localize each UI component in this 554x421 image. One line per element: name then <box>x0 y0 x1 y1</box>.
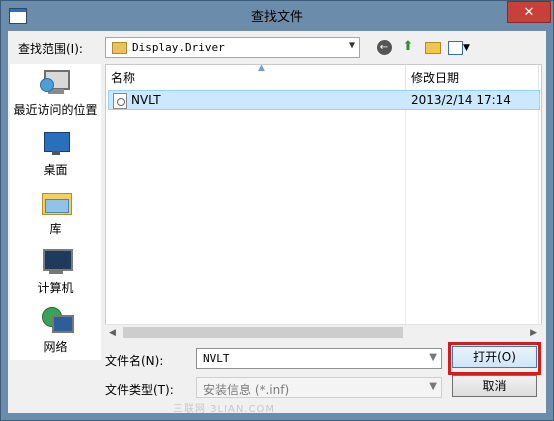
setup-file-icon <box>113 93 127 109</box>
chevron-down-icon: ▼ <box>463 43 470 53</box>
file-row[interactable]: NVLT 2013/2/14 17:14 安 <box>108 90 540 110</box>
file-list[interactable]: 名称 ▲ 修改日期 类 NVLT 2013/2/14 17:14 安 <box>105 64 542 340</box>
place-label: 计算机 <box>37 281 74 295</box>
dialog-body: 查找范围(I): Display.Driver ▼ ← ⬆ ▼ 最近访问的位置 … <box>8 31 546 415</box>
place-recent[interactable]: 最近访问的位置 <box>10 68 101 118</box>
sort-ascending-icon: ▲ <box>258 64 265 73</box>
column-header-name[interactable]: 名称 <box>111 69 135 86</box>
place-network[interactable]: 网络 <box>10 305 101 355</box>
scroll-left-icon[interactable]: ◀ <box>109 328 116 338</box>
new-folder-icon <box>425 42 441 54</box>
window-title: 查找文件 <box>250 10 303 25</box>
filename-value: NVLT <box>203 352 230 365</box>
chevron-down-icon[interactable]: ▼ <box>429 352 437 363</box>
chevron-down-icon: ▼ <box>348 40 355 51</box>
chevron-down-icon: ▼ <box>429 381 437 392</box>
folder-icon <box>112 42 127 54</box>
place-label: 最近访问的位置 <box>13 103 98 117</box>
column-divider[interactable] <box>538 65 539 87</box>
horizontal-scrollbar[interactable]: ◀ ▶ <box>105 324 542 341</box>
look-in-dropdown[interactable]: Display.Driver ▼ <box>105 37 360 58</box>
place-libraries[interactable]: 库 <box>10 187 101 237</box>
place-label: 桌面 <box>43 163 68 177</box>
back-button[interactable]: ← <box>374 37 394 57</box>
new-folder-button[interactable] <box>422 37 442 57</box>
file-date: 2013/2/14 17:14 <box>411 93 511 107</box>
back-arrow-icon: ← <box>376 40 392 55</box>
cancel-button[interactable]: 取消 <box>452 375 537 397</box>
filetype-dropdown[interactable]: 安装信息 (*.inf) ▼ <box>196 377 442 398</box>
place-desktop[interactable]: 桌面 <box>10 128 101 178</box>
column-header-date[interactable]: 修改日期 <box>411 69 459 86</box>
place-label: 库 <box>49 222 62 236</box>
open-button[interactable]: 打开(O) <box>452 346 537 368</box>
recent-places-icon <box>39 68 72 98</box>
watermark: 三联网 3LIAN.COM <box>173 404 276 415</box>
place-label: 网络 <box>43 340 68 354</box>
find-file-dialog: 查找文件 ✕ 查找范围(I): Display.Driver ▼ ← ⬆ ▼ 最… <box>0 0 554 421</box>
view-grid-icon <box>448 41 463 55</box>
title-bar[interactable]: 查找文件 ✕ <box>1 1 553 31</box>
scrollbar-thumb[interactable] <box>123 327 403 338</box>
scroll-right-icon[interactable]: ▶ <box>530 328 537 338</box>
computer-icon <box>40 246 73 276</box>
column-divider[interactable] <box>405 65 406 87</box>
desktop-icon <box>40 128 72 158</box>
list-header: 名称 ▲ 修改日期 类 <box>106 64 541 87</box>
libraries-icon <box>40 187 72 217</box>
filename-label: 文件名(N): <box>105 354 164 368</box>
place-computer[interactable]: 计算机 <box>10 246 101 296</box>
look-in-value: Display.Driver <box>132 41 225 54</box>
places-bar: 最近访问的位置 桌面 库 计算机 网络 <box>10 64 101 360</box>
file-name: NVLT <box>131 93 161 107</box>
filetype-value: 安装信息 (*.inf) <box>203 383 290 397</box>
close-button[interactable]: ✕ <box>507 1 551 23</box>
column-gridline <box>405 87 406 339</box>
up-folder-button[interactable]: ⬆ <box>398 37 418 57</box>
filename-combo[interactable]: NVLT ▼ <box>196 348 442 369</box>
look-in-label: 查找范围(I): <box>18 42 83 56</box>
view-menu-button[interactable]: ▼ <box>446 37 472 57</box>
network-icon <box>40 305 74 335</box>
column-gridline <box>538 87 539 339</box>
filetype-label: 文件类型(T): <box>105 383 174 397</box>
